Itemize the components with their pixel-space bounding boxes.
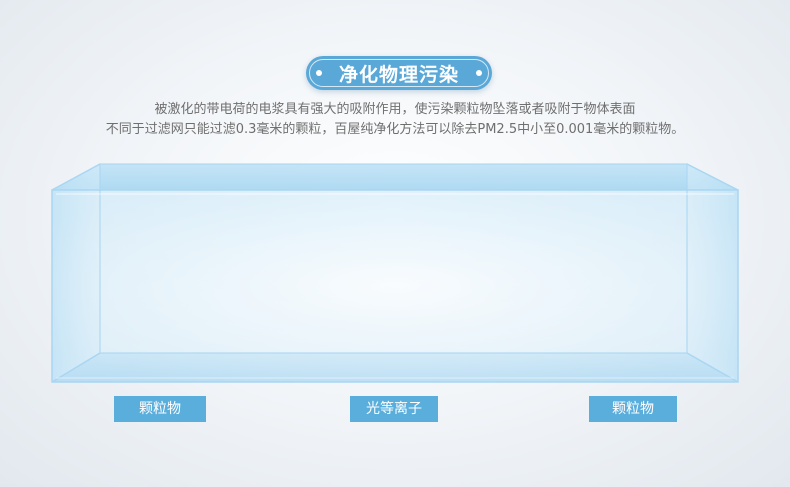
glass-top-face bbox=[52, 164, 738, 190]
label-particles-left: 颗粒物 bbox=[114, 396, 206, 422]
label-photo-plasma: 光等离子 bbox=[350, 396, 438, 422]
label-particles-right: 颗粒物 bbox=[589, 396, 677, 422]
